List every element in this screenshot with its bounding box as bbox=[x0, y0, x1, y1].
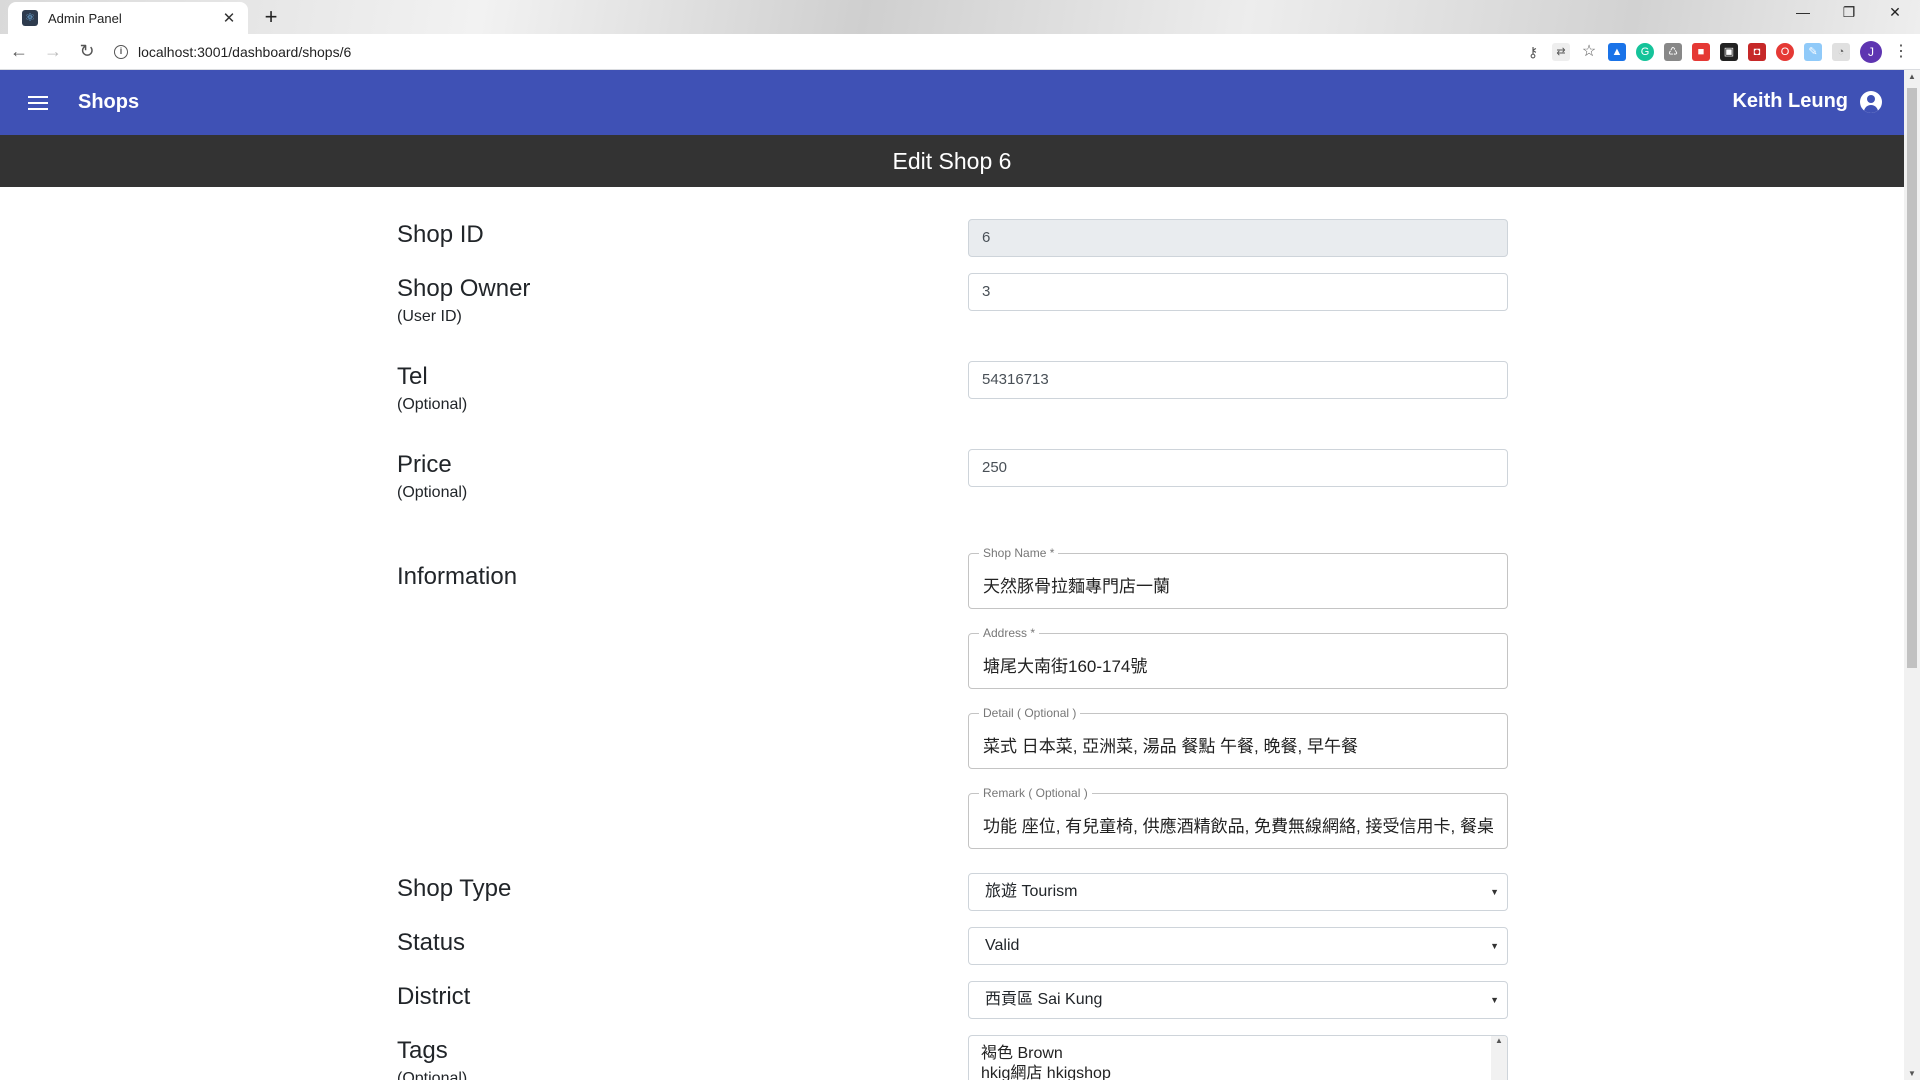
tag-option[interactable]: 褐色 Brown bbox=[969, 1044, 1507, 1064]
browser-toolbar: ← → ↻ i localhost:3001/dashboard/shops/6… bbox=[0, 34, 1920, 70]
browser-tab[interactable]: ⚛ Admin Panel ✕ bbox=[8, 2, 248, 34]
site-info-icon[interactable]: i bbox=[114, 44, 128, 59]
user-name: Keith Leung bbox=[1732, 90, 1848, 112]
minimize-button[interactable]: — bbox=[1780, 4, 1826, 20]
shop-owner-sublabel: (User ID) bbox=[397, 308, 462, 325]
detail-label: Detail ( Optional ) bbox=[979, 706, 1081, 720]
remark-input[interactable]: 功能 座位, 有兒童椅, 供應酒精飲品, 免費無線網絡, 接受信用卡, 餐桌服務 bbox=[983, 812, 1493, 837]
scroll-down-icon[interactable]: ▼ bbox=[1904, 1069, 1920, 1078]
chevron-down-icon: ▼ bbox=[1490, 887, 1499, 897]
recycle-icon[interactable]: ♺ bbox=[1664, 43, 1682, 61]
status-select[interactable]: Valid ▼ bbox=[968, 927, 1508, 965]
shop-name-input[interactable]: 天然豚骨拉麵專門店一蘭 bbox=[983, 572, 1493, 597]
status-value: Valid bbox=[985, 937, 1020, 954]
price-input[interactable]: 250 bbox=[968, 449, 1508, 487]
back-icon[interactable]: ← bbox=[4, 41, 34, 62]
price-sublabel: (Optional) bbox=[397, 484, 468, 501]
information-label: Information bbox=[397, 563, 518, 590]
district-select[interactable]: 西貢區 Sai Kung ▼ bbox=[968, 981, 1508, 1019]
chrome-menu-icon[interactable]: ⋮ bbox=[1892, 43, 1910, 61]
scrollbar-thumb[interactable] bbox=[1907, 88, 1917, 668]
tag-option[interactable]: hkig網店 hkigshop bbox=[969, 1064, 1507, 1080]
react-favicon-icon: ⚛ bbox=[22, 10, 38, 26]
tags-multiselect[interactable]: 褐色 Brown hkig網店 hkigshop ▲ bbox=[968, 1035, 1508, 1080]
restore-button[interactable]: ❐ bbox=[1826, 4, 1872, 21]
address-field[interactable]: Address * 塘尾大南街160-174號 bbox=[968, 626, 1508, 689]
shop-owner-input[interactable]: 3 bbox=[968, 273, 1508, 311]
address-input[interactable]: 塘尾大南街160-174號 bbox=[983, 652, 1493, 677]
forward-icon[interactable]: → bbox=[38, 41, 68, 62]
tab-close-icon[interactable]: ✕ bbox=[220, 9, 238, 27]
app-bar: Shops Keith Leung bbox=[0, 70, 1904, 135]
chevron-down-icon: ▼ bbox=[1490, 995, 1499, 1005]
remark-label: Remark ( Optional ) bbox=[979, 786, 1092, 800]
district-value: 西貢區 Sai Kung bbox=[985, 991, 1103, 1008]
district-label: District bbox=[397, 983, 471, 1010]
extensions-area: ⚷ ⇄ ☆ ▲ G ♺ ■ ▣ ◘ O ✎ ◔ J ⋮ bbox=[1524, 41, 1910, 63]
tel-input[interactable]: 54316713 bbox=[968, 361, 1508, 399]
chevron-down-icon: ▼ bbox=[1490, 941, 1499, 951]
shop-owner-label: Shop Owner bbox=[397, 275, 531, 302]
close-window-button[interactable]: ✕ bbox=[1872, 4, 1918, 21]
shop-name-label: Shop Name * bbox=[979, 546, 1059, 560]
shop-type-label: Shop Type bbox=[397, 875, 512, 902]
tel-label: Tel bbox=[397, 363, 428, 390]
scroll-up-icon[interactable]: ▲ bbox=[1904, 72, 1920, 81]
key-icon[interactable]: ⚷ bbox=[1524, 43, 1542, 61]
edit-shop-form: Shop ID 6 Shop Owner (User ID) 3 Tel (Op… bbox=[0, 187, 1904, 1080]
url-text[interactable]: localhost:3001/dashboard/shops/6 bbox=[138, 44, 351, 60]
account-circle-icon[interactable] bbox=[1860, 90, 1882, 113]
extension-light-blue-icon[interactable]: ✎ bbox=[1804, 43, 1822, 61]
shop-type-select[interactable]: 旅遊 Tourism ▼ bbox=[968, 873, 1508, 911]
shop-name-field[interactable]: Shop Name * 天然豚骨拉麵專門店一蘭 bbox=[968, 546, 1508, 609]
profile-avatar[interactable]: J bbox=[1860, 41, 1882, 63]
extension-black-icon[interactable]: ▣ bbox=[1720, 43, 1738, 61]
grammarly-icon[interactable]: G bbox=[1636, 43, 1654, 61]
page-scrollbar[interactable]: ▲ ▼ bbox=[1904, 70, 1920, 1080]
reload-icon[interactable]: ↻ bbox=[72, 41, 102, 62]
tags-scrollbar[interactable]: ▲ bbox=[1491, 1036, 1507, 1080]
page-title: Edit Shop 6 bbox=[0, 135, 1904, 187]
extension-dark-red-icon[interactable]: ◘ bbox=[1748, 43, 1766, 61]
opera-icon[interactable]: O bbox=[1776, 43, 1794, 61]
extension-red-icon[interactable]: ■ bbox=[1692, 43, 1710, 61]
user-menu[interactable]: Keith Leung bbox=[1732, 90, 1882, 113]
tags-sublabel: (Optional) bbox=[397, 1070, 468, 1080]
shop-id-input: 6 bbox=[968, 219, 1508, 257]
bookmark-star-icon[interactable]: ☆ bbox=[1580, 43, 1598, 61]
browser-tab-strip: ⚛ Admin Panel ✕ + — ❐ ✕ bbox=[0, 0, 1920, 34]
status-label: Status bbox=[397, 929, 466, 956]
extension-blue-icon[interactable]: ▲ bbox=[1608, 43, 1626, 61]
detail-input[interactable]: 菜式 日本菜, 亞洲菜, 湯品 餐點 午餐, 晚餐, 早午餐 bbox=[983, 732, 1493, 757]
detail-field[interactable]: Detail ( Optional ) 菜式 日本菜, 亞洲菜, 湯品 餐點 午… bbox=[968, 706, 1508, 769]
tab-title: Admin Panel bbox=[48, 10, 122, 26]
new-tab-button[interactable]: + bbox=[258, 5, 284, 31]
address-bar[interactable]: i localhost:3001/dashboard/shops/6 bbox=[114, 38, 1444, 66]
extension-grey-icon[interactable]: ◔ bbox=[1832, 43, 1850, 61]
price-label: Price bbox=[397, 451, 452, 478]
address-label: Address * bbox=[979, 626, 1040, 640]
hamburger-menu-icon[interactable] bbox=[28, 92, 48, 114]
translate-icon[interactable]: ⇄ bbox=[1552, 43, 1570, 61]
shop-id-label: Shop ID bbox=[397, 221, 484, 248]
tel-sublabel: (Optional) bbox=[397, 396, 468, 413]
shop-type-value: 旅遊 Tourism bbox=[985, 883, 1078, 900]
remark-field[interactable]: Remark ( Optional ) 功能 座位, 有兒童椅, 供應酒精飲品,… bbox=[968, 786, 1508, 849]
tags-label: Tags bbox=[397, 1037, 448, 1064]
app-bar-title: Shops bbox=[78, 91, 140, 113]
